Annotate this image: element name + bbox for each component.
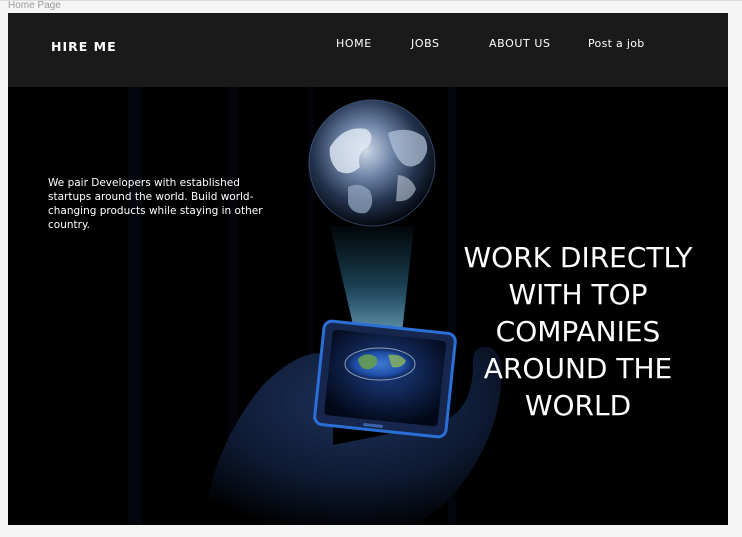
frame-border (0, 0, 742, 1)
phone-graphic (313, 319, 457, 439)
nav-link-post-a-job[interactable]: Post a job (588, 37, 645, 50)
window-title: Home Page (8, 0, 61, 11)
hero-heading: WORK DIRECTLY WITH TOP COMPANIES AROUND … (463, 241, 693, 422)
hero-description: We pair Developers with established star… (48, 177, 263, 231)
brand-logo[interactable]: HIRE ME (51, 39, 117, 54)
nav-link-home[interactable]: HOME (336, 37, 372, 50)
navbar: HIRE ME HOME JOBS ABOUT US Post a job (8, 13, 728, 87)
nav-link-about-us[interactable]: ABOUT US (489, 37, 551, 50)
home-page: HIRE ME HOME JOBS ABOUT US Post a job We… (8, 13, 728, 525)
hero-section: We pair Developers with established star… (8, 87, 728, 525)
nav-link-jobs[interactable]: JOBS (411, 37, 440, 50)
globe-graphic (308, 99, 436, 227)
